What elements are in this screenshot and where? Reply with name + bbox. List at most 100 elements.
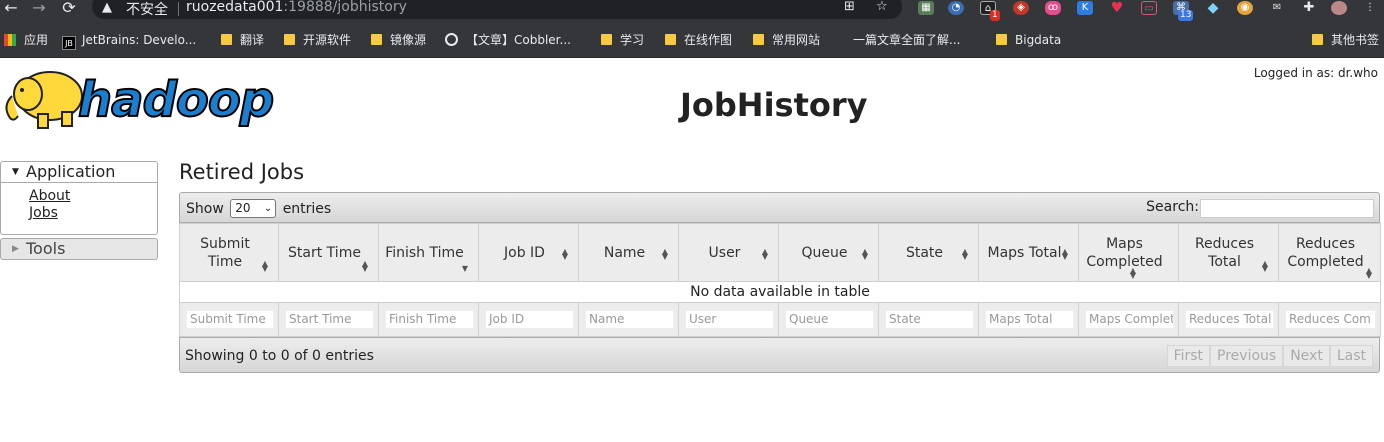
column-header-maps-total[interactable]: Maps Total ▲ ▼ [978, 223, 1079, 282]
caret-down-icon: ▼ [12, 167, 19, 177]
column-label: Job ID [504, 244, 545, 261]
jobs-table: Submit Time ▲ ▼ Start Time ▲ ▼ Finish Time ▼ … [179, 223, 1381, 337]
column-header-queue[interactable]: Queue ▲ ▼ [778, 223, 879, 282]
back-button[interactable]: ← [0, 0, 22, 18]
bookmark-item[interactable]: 其他书签 [1312, 32, 1379, 48]
pager-next-button[interactable]: Next [1283, 345, 1330, 367]
filter-input-job-id[interactable]: Job ID [485, 310, 574, 329]
chevron-down-icon: ⌄ [263, 203, 273, 214]
address-bar[interactable]: ▲ 不安全 ruozedata001:19888/jobhistory ⊞ ☆ [92, 0, 902, 19]
filter-cell: User [678, 302, 779, 337]
sidebar-link-about[interactable]: About [29, 188, 157, 205]
filter-input-reduces-completed[interactable]: Reduces Com [1285, 310, 1376, 329]
column-header-user[interactable]: User ▲ ▼ [678, 223, 779, 282]
folder-icon [221, 34, 232, 45]
reload-button[interactable]: ⟳ [58, 0, 80, 18]
translate-icon[interactable]: ⊞ [844, 0, 855, 14]
filter-input-finish-time[interactable]: Finish Time [385, 310, 474, 329]
bookmark-item[interactable]: 应用 [4, 32, 48, 48]
filter-input-queue[interactable]: Queue [785, 310, 874, 329]
pager-last-button[interactable]: Last [1329, 345, 1373, 367]
bookmark-item[interactable]: 一篇文章全面了解... [842, 32, 960, 48]
sidebar-section-tools[interactable]: ▶ Tools [0, 238, 158, 260]
column-header-name[interactable]: Name ▲ ▼ [578, 223, 679, 282]
heart-icon[interactable]: ♥ [1109, 1, 1125, 15]
bookmark-label: 在线作图 [684, 33, 733, 47]
filter-input-state[interactable]: State [885, 310, 974, 329]
folder-icon [284, 34, 295, 45]
bookmark-item[interactable]: 镜像源 [371, 32, 426, 48]
extension-icon[interactable]: ▦ [918, 1, 934, 15]
omnibox-divider [178, 2, 179, 16]
filter-cell: Start Time [278, 302, 379, 337]
shield-icon[interactable]: ◈ [1013, 1, 1029, 15]
pager-first-button[interactable]: First [1166, 345, 1211, 367]
bookmark-item[interactable]: JB JetBrains: Develo... [62, 32, 197, 50]
extension-icon[interactable]: ◔ [948, 1, 964, 15]
url-path: :19888/jobhistory [283, 0, 407, 15]
bookmark-label: Bigdata [1015, 33, 1062, 47]
sidebar: ▼ Application About Jobs ▶ Tools [0, 161, 158, 260]
filter-input-user[interactable]: User [685, 310, 774, 329]
url-text[interactable]: ruozedata001:19888/jobhistory [186, 0, 407, 15]
pager-previous-button[interactable]: Previous [1210, 345, 1284, 367]
filter-input-submit-time[interactable]: Submit Time [186, 310, 274, 329]
column-header-state[interactable]: State ▲ ▼ [878, 223, 979, 282]
filter-input-name[interactable]: Name [585, 310, 674, 329]
column-header-finish-time[interactable]: Finish Time ▼ [378, 223, 479, 282]
bookmark-item[interactable]: Bigdata [996, 32, 1061, 48]
sort-icon: ▲ ▼ [661, 247, 668, 261]
column-header-reduces-total[interactable]: Reduces Total ▲ ▼ [1178, 223, 1279, 282]
table-info: Showing 0 to 0 of 0 entries [185, 348, 374, 364]
column-header-job-id[interactable]: Job ID ▲ ▼ [478, 223, 579, 282]
owl-icon[interactable]: ◉ [1237, 1, 1253, 15]
extension-icon[interactable]: ꝏ [1045, 1, 1061, 15]
filter-input-maps-completed[interactable]: Maps Complet [1085, 310, 1174, 329]
page-size-control: Show 20 ⌄ entries [186, 199, 331, 218]
tv-icon[interactable]: ▭ [1141, 1, 1157, 15]
puzzle-extensions-icon[interactable]: ✚ [1301, 1, 1317, 15]
empty-row: No data available in table [179, 281, 1381, 303]
bookmark-item[interactable]: 学习 [601, 32, 644, 48]
apps-grid-icon [4, 34, 16, 46]
hadoop-wordmark: hadoop [77, 71, 275, 129]
menu-kebab-icon[interactable]: ⋮ [1362, 1, 1378, 15]
filter-cell: Submit Time [179, 302, 279, 337]
sort-icon: ▲ ▼ [1129, 266, 1136, 280]
diamond-icon[interactable]: ◆ [1205, 1, 1221, 15]
tasks-badge: 13 [1178, 10, 1194, 21]
mail-icon[interactable]: ✉ [1269, 1, 1285, 15]
bookmark-label: 学习 [620, 33, 645, 47]
bookmark-label: JetBrains: Develo... [82, 33, 197, 47]
star-bookmark-icon[interactable]: ☆ [876, 0, 888, 14]
column-header-reduces-completed[interactable]: Reduces Completed ▲ ▼ [1278, 223, 1381, 282]
page-size-value: 20 [235, 201, 251, 215]
sidebar-link-jobs[interactable]: Jobs [29, 205, 157, 222]
filter-input-reduces-total[interactable]: Reduces Total [1185, 310, 1274, 329]
sort-icon: ▲ ▼ [361, 259, 368, 273]
bookmark-label: 应用 [24, 33, 49, 47]
filter-cell: Queue [778, 302, 879, 337]
folder-icon [601, 34, 612, 45]
page-size-select[interactable]: 20 ⌄ [230, 199, 277, 218]
bookmark-item[interactable]: 翻译 [221, 32, 264, 48]
column-header-start-time[interactable]: Start Time ▲ ▼ [278, 223, 379, 282]
bookmark-item[interactable]: 常用网站 [753, 32, 820, 48]
sort-icon: ▲ ▼ [1261, 259, 1268, 273]
avatar[interactable] [1331, 1, 1347, 15]
forward-button[interactable]: → [28, 0, 50, 18]
column-header-maps-completed[interactable]: Maps Completed ▲ ▼ [1078, 223, 1179, 282]
filter-input-start-time[interactable]: Start Time [285, 310, 374, 329]
sidebar-section-application[interactable]: ▼ Application [0, 161, 158, 183]
search-input[interactable] [1200, 199, 1374, 218]
column-label: State [905, 244, 944, 261]
column-header-submit-time[interactable]: Submit Time ▲ ▼ [179, 223, 279, 282]
bookmark-item[interactable]: 【文章】Cobbler... [445, 32, 571, 48]
bookmark-label: 其他书签 [1331, 33, 1380, 47]
extension-icon[interactable]: K [1077, 1, 1093, 15]
bookmark-label: 翻译 [240, 33, 265, 47]
bookmark-item[interactable]: 开源软件 [284, 32, 351, 48]
bookmark-item[interactable]: 在线作图 [665, 32, 732, 48]
filter-input-maps-total[interactable]: Maps Total [985, 310, 1074, 329]
pagination: First Previous Next Last [1166, 345, 1373, 367]
